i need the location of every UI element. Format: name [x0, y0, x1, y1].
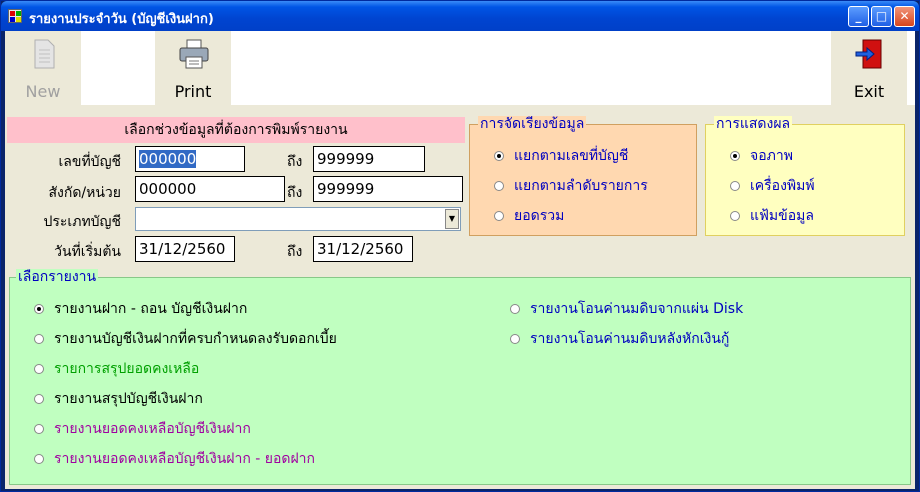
report-option-left-5-label: รายงานยอดคงเหลือบัญชีเงินฝาก - ยอดฝาก: [54, 451, 316, 467]
window-title: รายงานประจำวัน (บัญชีเงินฝาก): [29, 12, 214, 27]
app-icon: [8, 9, 22, 23]
unit-label: สังกัด/หน่วย: [48, 185, 121, 201]
date-to-label: ถึง: [287, 244, 303, 260]
sort-group-title: การจัดเรียงข้อมูล: [478, 116, 587, 132]
start-date-label: วันที่เริ่มต้น: [54, 244, 121, 260]
output-group-title: การแสดงผล: [714, 116, 793, 132]
radio-circle-icon[interactable]: [34, 304, 44, 314]
report-option-left-0-label: รายงานฝาก - ถอน บัญชีเงินฝาก: [54, 301, 248, 317]
new-label: New: [25, 82, 61, 101]
radio-circle-icon[interactable]: [34, 424, 44, 434]
radio-circle-icon[interactable]: [510, 334, 520, 344]
radio-circle-icon[interactable]: [34, 334, 44, 344]
account-label: เลขที่บัญชี: [58, 154, 121, 170]
printer-icon: [179, 39, 209, 69]
radio-circle-icon[interactable]: [34, 454, 44, 464]
output-option-1-label: เครื่องพิมพ์: [750, 178, 815, 194]
sort-option-2-label: ยอดรวม: [514, 208, 565, 224]
new-document-icon: [34, 39, 55, 69]
radio-circle-icon[interactable]: [510, 304, 520, 314]
radio-circle-icon[interactable]: [730, 211, 740, 221]
sort-group: การจัดเรียงข้อมูล แยกตามเลขที่บัญชีแยกตา…: [469, 116, 697, 236]
report-option-left-2[interactable]: รายการสรุปยอดคงเหลือ: [34, 358, 199, 380]
new-button[interactable]: New: [5, 31, 81, 105]
print-label: Print: [174, 82, 212, 101]
output-option-0-label: จอภาพ: [750, 148, 793, 164]
output-option-2[interactable]: แฟ้มข้อมูล: [730, 205, 814, 227]
title-bar[interactable]: รายงานประจำวัน (บัญชีเงินฝาก) _ □ ✕: [1, 1, 919, 31]
sort-option-2[interactable]: ยอดรวม: [494, 205, 564, 227]
radio-circle-icon[interactable]: [730, 181, 740, 191]
account-from-input[interactable]: 000000: [135, 146, 245, 172]
date-to-input[interactable]: 31/12/2560: [313, 236, 413, 262]
report-option-left-0[interactable]: รายงานฝาก - ถอน บัญชีเงินฝาก: [34, 298, 247, 320]
radio-circle-icon[interactable]: [730, 151, 740, 161]
minimize-button[interactable]: _: [848, 6, 869, 27]
close-button[interactable]: ✕: [894, 6, 915, 27]
toolbar: New Print Exit: [5, 31, 915, 105]
radio-circle-icon[interactable]: [494, 151, 504, 161]
report-option-left-3-label: รายงานสรุปบัญชีเงินฝาก: [54, 391, 203, 407]
exit-icon: [855, 39, 882, 69]
exit-label: Exit: [853, 82, 885, 101]
account-type-select[interactable]: ▼: [135, 207, 461, 231]
account-to-label: ถึง: [287, 154, 303, 170]
date-from-input[interactable]: 31/12/2560: [135, 236, 235, 262]
type-label: ประเภทบัญชี: [43, 214, 122, 230]
exit-button[interactable]: Exit: [831, 31, 907, 105]
output-group: การแสดงผล จอภาพเครื่องพิมพ์แฟ้มข้อมูล: [705, 116, 905, 236]
report-group-title: เลือกรายงาน: [16, 269, 99, 285]
output-option-2-label: แฟ้มข้อมูล: [750, 208, 814, 224]
report-option-left-3[interactable]: รายงานสรุปบัญชีเงินฝาก: [34, 388, 203, 410]
output-option-0[interactable]: จอภาพ: [730, 145, 793, 167]
sort-option-1-label: แยกตามลำดับรายการ: [514, 178, 648, 194]
unit-to-label: ถึง: [287, 185, 303, 201]
unit-from-input[interactable]: 000000: [135, 176, 285, 202]
client-area: New Print Exit เลือกช่วงข้อมูลที่ต้องการ…: [5, 31, 915, 489]
output-option-1[interactable]: เครื่องพิมพ์: [730, 175, 815, 197]
sort-option-1[interactable]: แยกตามลำดับรายการ: [494, 175, 648, 197]
report-option-left-5[interactable]: รายงานยอดคงเหลือบัญชีเงินฝาก - ยอดฝาก: [34, 448, 315, 470]
report-option-right-0-label: รายงานโอนค่านมดิบจากแผ่น Disk: [530, 301, 744, 317]
dropdown-arrow-icon[interactable]: ▼: [445, 209, 459, 229]
report-option-right-1[interactable]: รายงานโอนค่านมดิบหลังหักเงินกู้: [510, 328, 729, 350]
report-option-left-4-label: รายงานยอดคงเหลือบัญชีเงินฝาก: [54, 421, 251, 437]
report-option-left-4[interactable]: รายงานยอดคงเหลือบัญชีเงินฝาก: [34, 418, 251, 440]
report-window: รายงานประจำวัน (บัญชีเงินฝาก) _ □ ✕ New: [0, 0, 920, 492]
sort-option-0-label: แยกตามเลขที่บัญชี: [514, 148, 629, 164]
report-option-left-1[interactable]: รายงานบัญชีเงินฝากที่ครบกำหนดลงรับดอกเบี…: [34, 328, 337, 350]
range-header: เลือกช่วงข้อมูลที่ต้องการพิมพ์รายงาน: [7, 117, 465, 143]
report-option-left-2-label: รายการสรุปยอดคงเหลือ: [54, 361, 200, 377]
print-button[interactable]: Print: [155, 31, 231, 105]
radio-circle-icon[interactable]: [34, 394, 44, 404]
unit-to-input[interactable]: 999999: [313, 176, 463, 202]
report-option-right-1-label: รายงานโอนค่านมดิบหลังหักเงินกู้: [530, 331, 730, 347]
maximize-button[interactable]: □: [871, 6, 892, 27]
sort-option-0[interactable]: แยกตามเลขที่บัญชี: [494, 145, 628, 167]
radio-circle-icon[interactable]: [34, 364, 44, 374]
radio-circle-icon[interactable]: [494, 181, 504, 191]
report-option-left-1-label: รายงานบัญชีเงินฝากที่ครบกำหนดลงรับดอกเบี…: [54, 331, 337, 347]
account-to-input[interactable]: 999999: [313, 146, 425, 172]
radio-circle-icon[interactable]: [494, 211, 504, 221]
report-option-right-0[interactable]: รายงานโอนค่านมดิบจากแผ่น Disk: [510, 298, 743, 320]
report-group: เลือกรายงาน รายงานฝาก - ถอน บัญชีเงินฝาก…: [9, 269, 911, 485]
